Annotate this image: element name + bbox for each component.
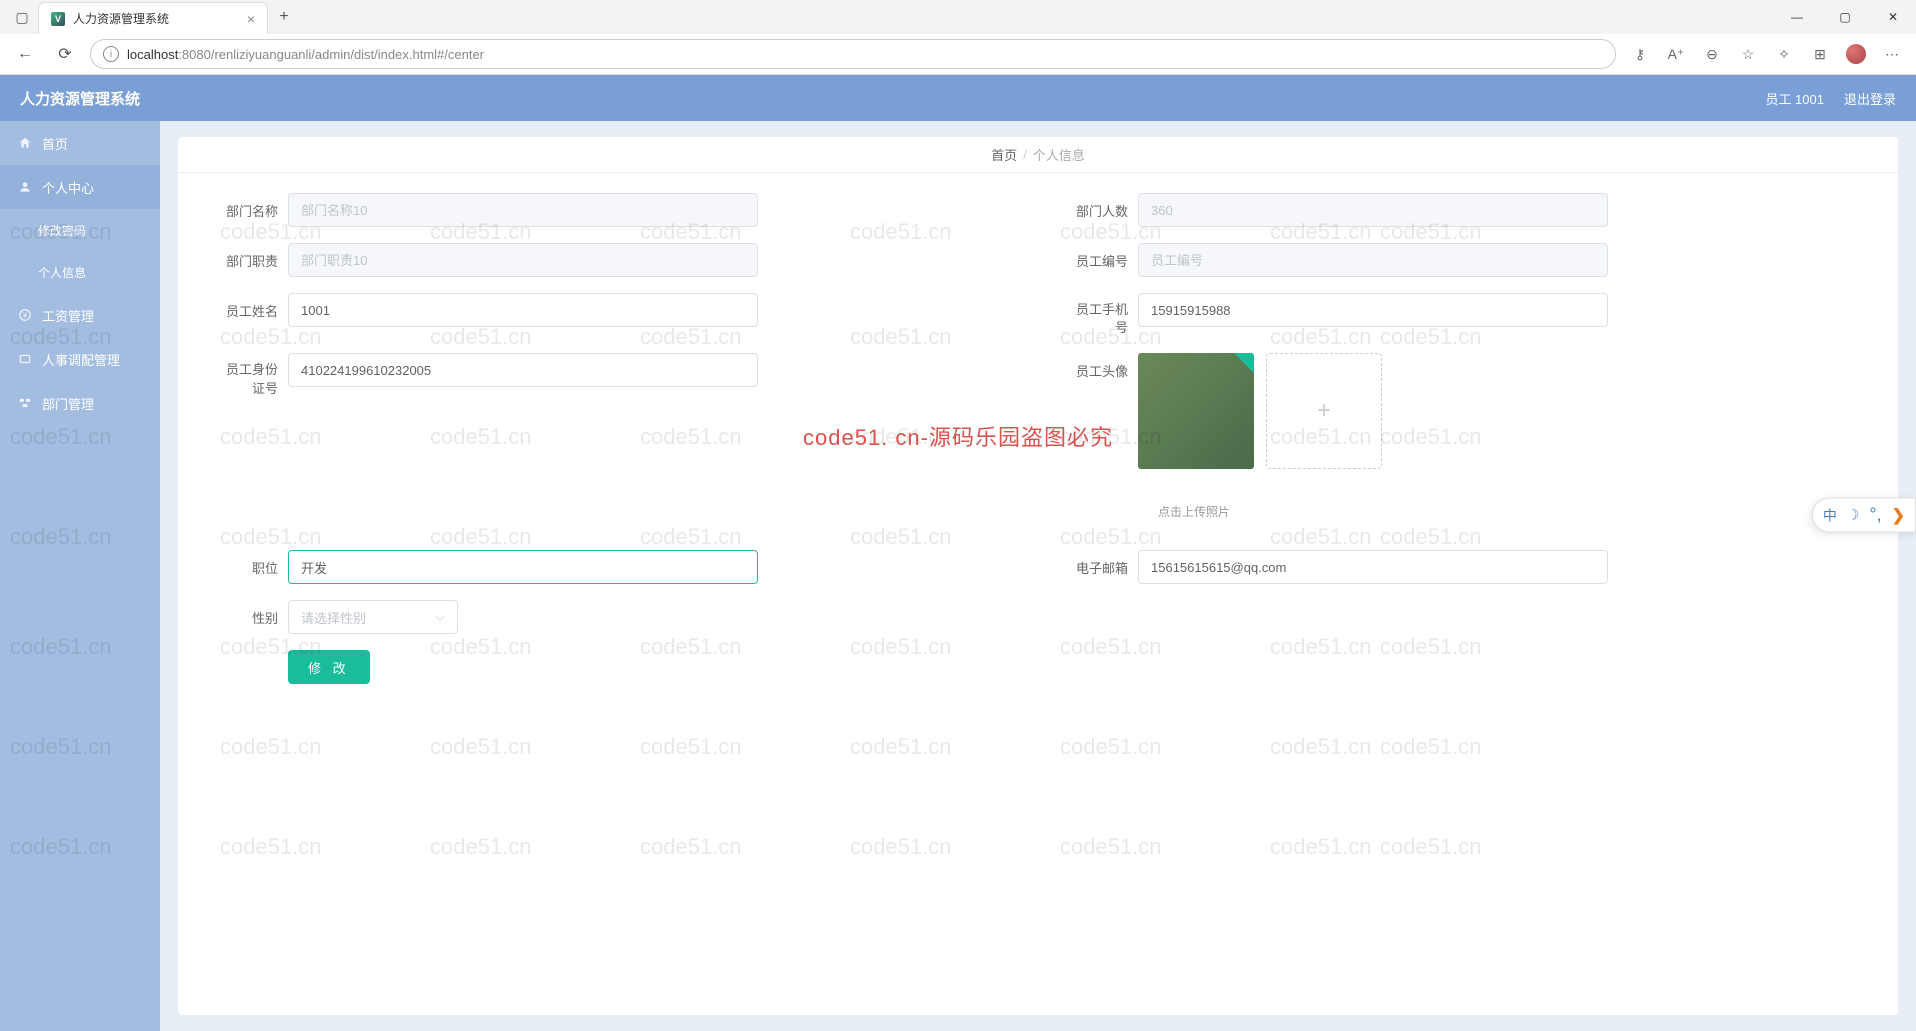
profile-icon[interactable]	[1842, 40, 1870, 68]
input-emp-phone[interactable]	[1138, 293, 1608, 327]
extensions-icon[interactable]: ⊞	[1806, 40, 1834, 68]
favicon-icon: V	[51, 12, 65, 26]
toolbar-icons: ⚷ A⁺ ⊖ ☆ ✧ ⊞ ⋯	[1626, 40, 1906, 68]
site-info-icon[interactable]: i	[103, 46, 119, 62]
browser-tab[interactable]: V 人力资源管理系统 ×	[38, 2, 268, 34]
home-icon	[18, 136, 32, 150]
sidebar-item-hr[interactable]: 人事调配管理	[0, 337, 160, 381]
transfer-icon	[18, 352, 32, 366]
money-icon: ¥	[18, 308, 32, 322]
url-host: localhost	[127, 47, 178, 62]
input-dept-duty	[288, 243, 758, 277]
label-emp-name: 员工姓名	[218, 293, 288, 320]
tab-bar: ▢ V 人力资源管理系统 × + — ▢ ✕	[0, 0, 1916, 34]
sidebar-label: 人事调配管理	[42, 350, 120, 369]
minimize-button[interactable]: —	[1774, 1, 1820, 33]
content-card: 首页 / 个人信息 部门名称 部门人数	[178, 137, 1898, 1015]
label-emp-phone: 员工手机号	[1068, 293, 1138, 337]
key-icon[interactable]: ⚷	[1626, 40, 1654, 68]
browser-chrome: ▢ V 人力资源管理系统 × + — ▢ ✕ ← ⟳ i localhost:8…	[0, 0, 1916, 75]
url-input[interactable]: i localhost:8080/renliziyuanguanli/admin…	[90, 39, 1616, 69]
arrow-right-icon[interactable]: ❯	[1892, 505, 1905, 525]
more-icon[interactable]: ⋯	[1878, 40, 1906, 68]
user-icon	[18, 180, 32, 194]
close-tab-icon[interactable]: ×	[247, 11, 255, 27]
form: 部门名称 部门人数 部门职责	[178, 173, 1898, 704]
current-user-label: 员工 1001	[1765, 89, 1824, 108]
label-email: 电子邮箱	[1068, 550, 1138, 577]
input-emp-name[interactable]	[288, 293, 758, 327]
sidebar: 首页 个人中心 修改密码 个人信息 ¥ 工资管理 人事调配管理 部	[0, 121, 160, 1031]
moon-icon[interactable]: ☽	[1847, 507, 1860, 524]
breadcrumb: 首页 / 个人信息	[178, 137, 1898, 173]
zoom-icon[interactable]: ⊖	[1698, 40, 1726, 68]
sidebar-label: 首页	[42, 134, 68, 153]
breadcrumb-separator: /	[1023, 147, 1027, 162]
collections-icon[interactable]: ✧	[1770, 40, 1798, 68]
sidebar-sub-profileinfo[interactable]: 个人信息	[0, 251, 160, 293]
select-placeholder: 请选择性别	[301, 608, 366, 627]
plus-icon: +	[1317, 397, 1331, 425]
svg-text:¥: ¥	[23, 312, 27, 319]
dept-icon	[18, 396, 32, 410]
logout-button[interactable]: 退出登录	[1844, 89, 1896, 108]
ime-float-bar[interactable]: 中 ☽ °, ❯	[1812, 498, 1916, 533]
sidebar-sub-label: 修改密码	[38, 222, 86, 239]
sidebar-sub-changepwd[interactable]: 修改密码	[0, 209, 160, 251]
label-gender: 性别	[218, 600, 288, 627]
sidebar-item-dept[interactable]: 部门管理	[0, 381, 160, 425]
close-window-button[interactable]: ✕	[1870, 1, 1916, 33]
tab-overview-icon[interactable]: ▢	[8, 3, 36, 31]
label-position: 职位	[218, 550, 288, 577]
label-emp-no: 员工编号	[1068, 243, 1138, 270]
sidebar-item-home[interactable]: 首页	[0, 121, 160, 165]
main-content: 首页 / 个人信息 部门名称 部门人数	[160, 121, 1916, 1031]
ime-cn-label[interactable]: 中	[1823, 505, 1837, 525]
submit-button[interactable]: 修 改	[288, 650, 370, 684]
maximize-button[interactable]: ▢	[1822, 1, 1868, 33]
input-position[interactable]	[288, 550, 758, 584]
url-port: :8080	[178, 47, 211, 62]
favorite-icon[interactable]: ☆	[1734, 40, 1762, 68]
input-dept-count	[1138, 193, 1608, 227]
app-header: 人力资源管理系统 员工 1001 退出登录	[0, 75, 1916, 121]
comma-icon[interactable]: °,	[1869, 505, 1881, 526]
sidebar-label: 工资管理	[42, 306, 94, 325]
url-path: /renliziyuanguanli/admin/dist/index.html…	[211, 47, 484, 62]
read-aloud-icon[interactable]: A⁺	[1662, 40, 1690, 68]
input-email[interactable]	[1138, 550, 1608, 584]
label-emp-id: 员工身份证号	[218, 353, 288, 397]
breadcrumb-current: 个人信息	[1033, 145, 1085, 164]
sidebar-item-salary[interactable]: ¥ 工资管理	[0, 293, 160, 337]
app-title: 人力资源管理系统	[20, 88, 140, 109]
tab-title: 人力资源管理系统	[73, 10, 239, 27]
avatar-upload-button[interactable]: +	[1266, 353, 1382, 469]
new-tab-button[interactable]: +	[270, 3, 298, 31]
select-gender[interactable]: 请选择性别 ⌵	[288, 600, 458, 634]
label-avatar: 员工头像	[1068, 353, 1138, 469]
input-emp-no	[1138, 243, 1608, 277]
app-root: 人力资源管理系统 员工 1001 退出登录 首页 个人中心 修改密码 个人信息 …	[0, 75, 1916, 1031]
address-bar: ← ⟳ i localhost:8080/renliziyuanguanli/a…	[0, 34, 1916, 74]
chevron-down-icon: ⌵	[435, 609, 445, 625]
sidebar-sub-label: 个人信息	[38, 264, 86, 281]
sidebar-label: 部门管理	[42, 394, 94, 413]
sidebar-label: 个人中心	[42, 178, 94, 197]
window-controls: — ▢ ✕	[1774, 1, 1916, 33]
upload-hint: 点击上传照片	[1068, 503, 1230, 520]
refresh-button[interactable]: ⟳	[50, 39, 80, 69]
label-dept-count: 部门人数	[1068, 193, 1138, 220]
sidebar-item-profile[interactable]: 个人中心	[0, 165, 160, 209]
input-emp-id[interactable]	[288, 353, 758, 387]
avatar-preview[interactable]	[1138, 353, 1254, 469]
input-dept-name	[288, 193, 758, 227]
breadcrumb-home[interactable]: 首页	[991, 145, 1017, 164]
app-body: 首页 个人中心 修改密码 个人信息 ¥ 工资管理 人事调配管理 部	[0, 121, 1916, 1031]
label-dept-name: 部门名称	[218, 193, 288, 220]
back-button[interactable]: ←	[10, 39, 40, 69]
label-dept-duty: 部门职责	[218, 243, 288, 270]
